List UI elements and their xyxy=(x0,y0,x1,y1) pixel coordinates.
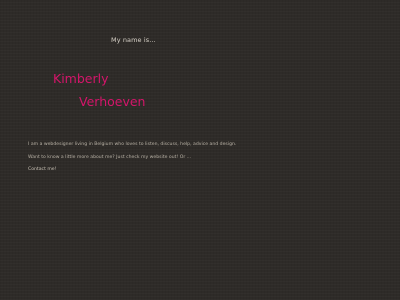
contact-link[interactable]: Contact me! xyxy=(28,167,56,172)
page: My name is... Kimberly Verhoeven I am a … xyxy=(0,0,400,300)
last-name: Verhoeven xyxy=(79,94,146,109)
bio-text: I am a webdesigner living in Belgium who… xyxy=(28,142,237,147)
first-name: Kimberly xyxy=(53,71,109,86)
intro-heading: My name is... xyxy=(111,36,156,44)
bio-more-text: Want to know a little more about me? Jus… xyxy=(28,155,192,160)
